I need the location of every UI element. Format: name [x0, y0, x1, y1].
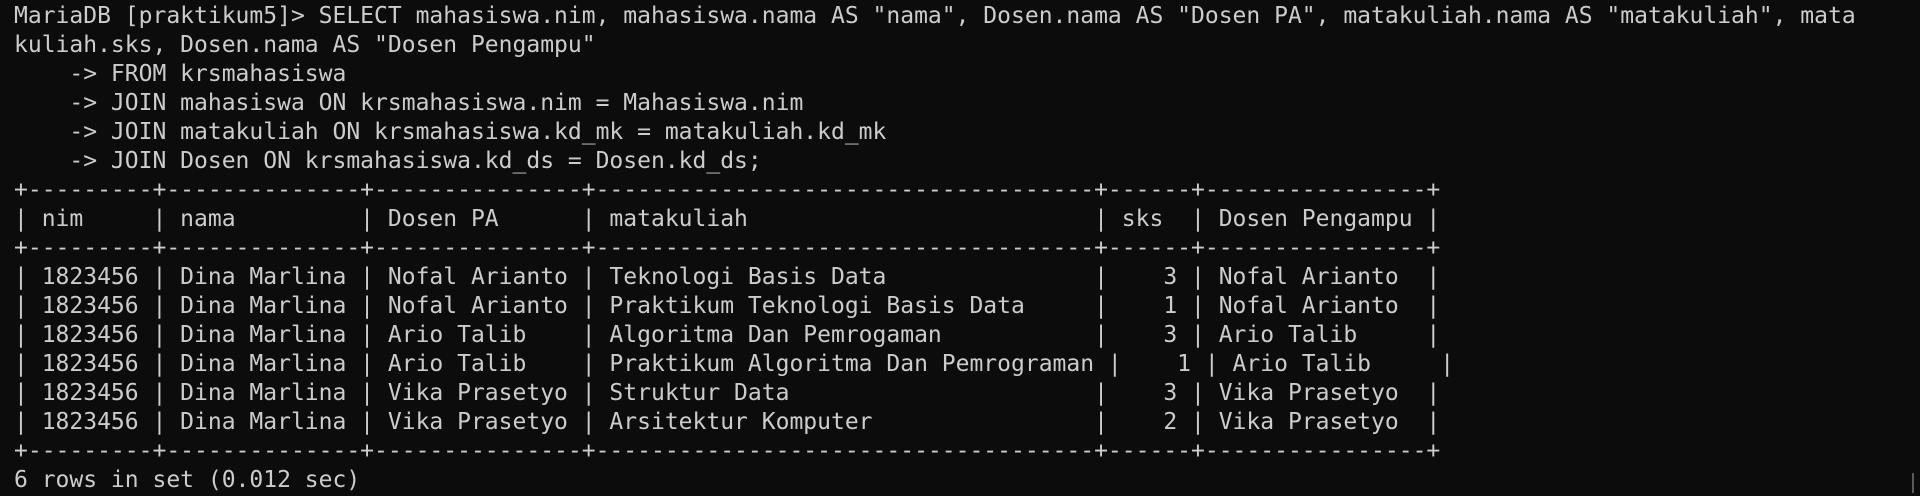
- sql-query-line: -> JOIN mahasiswa ON krsmahasiswa.nim = …: [14, 90, 804, 116]
- table-row: | 1823456 | Dina Marlina | Vika Prasetyo…: [14, 380, 1441, 406]
- sql-query-line: -> JOIN matakuliah ON krsmahasiswa.kd_mk…: [14, 119, 887, 145]
- table-row: | 1823456 | Dina Marlina | Nofal Arianto…: [14, 293, 1441, 319]
- scrollbar[interactable]: [1912, 473, 1914, 493]
- table-row: | 1823456 | Dina Marlina | Nofal Arianto…: [14, 264, 1441, 290]
- table-row: | 1823456 | Dina Marlina | Ario Talib | …: [14, 322, 1441, 348]
- sql-query-line: -> JOIN Dosen ON krsmahasiswa.kd_ds = Do…: [14, 148, 762, 174]
- terminal-window[interactable]: MariaDB [praktikum5]> SELECT mahasiswa.n…: [0, 0, 1920, 496]
- table-border: +---------+--------------+--------------…: [14, 177, 1441, 203]
- table-row: | 1823456 | Dina Marlina | Ario Talib | …: [14, 351, 1455, 377]
- sql-query-line: -> FROM krsmahasiswa: [14, 61, 347, 87]
- table-border: +---------+--------------+--------------…: [14, 235, 1441, 261]
- sql-query-line: kuliah.sks, Dosen.nama AS "Dosen Pengamp…: [14, 32, 596, 58]
- result-summary: 6 rows in set (0.012 sec): [14, 467, 361, 493]
- table-border: +---------+--------------+--------------…: [14, 438, 1441, 464]
- table-header: | nim | nama | Dosen PA | matakuliah | s…: [14, 206, 1441, 232]
- sql-query-line: MariaDB [praktikum5]> SELECT mahasiswa.n…: [14, 3, 1856, 29]
- table-row: | 1823456 | Dina Marlina | Vika Prasetyo…: [14, 409, 1441, 435]
